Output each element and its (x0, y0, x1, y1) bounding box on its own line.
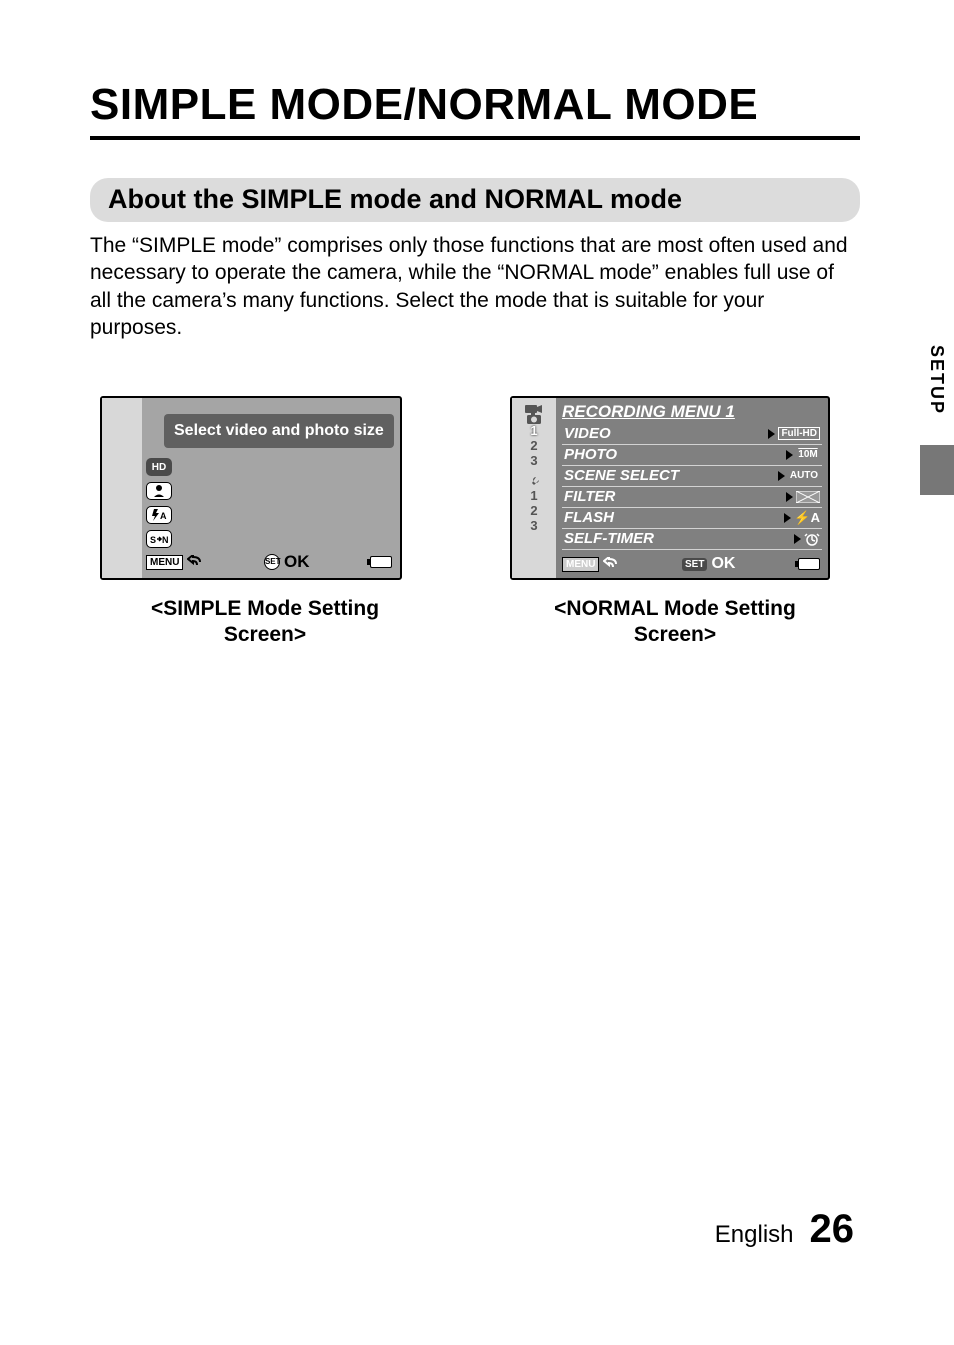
menu-box-icon: MENU (146, 555, 183, 570)
normal-left-tabs: 1 2 3 1 2 3 (512, 398, 556, 578)
footer-language: English (715, 1221, 794, 1249)
normal-screen: 1 2 3 1 2 3 RECORDING MENU 1 (510, 396, 830, 580)
menu-box-icon: MENU (562, 557, 599, 572)
menu-row-selftimer: SELF-TIMER (562, 529, 822, 550)
svg-text:N: N (162, 535, 169, 545)
row-label: SELF-TIMER (564, 530, 654, 547)
menu-return-label: MENU (146, 555, 203, 570)
caption-text: Screen> (634, 623, 716, 646)
normal-figure: 1 2 3 1 2 3 RECORDING MENU 1 (510, 396, 840, 649)
simple-tooltip: Select video and photo size (164, 414, 394, 448)
row-value: AUTO (778, 470, 820, 481)
body-paragraph: The “SIMPLE mode” comprises only those f… (90, 232, 860, 341)
simple-caption: <SIMPLE Mode Setting Screen> (100, 596, 430, 649)
set-icon: SET (264, 554, 280, 570)
tab-num: 3 (530, 454, 537, 469)
tab-num: 3 (530, 519, 537, 534)
normal-menu-title: RECORDING MENU 1 (562, 402, 735, 422)
simple-screen: Select video and photo size HD A SN (100, 396, 402, 580)
caption-text: <SIMPLE Mode Setting (151, 597, 379, 620)
page-title: SIMPLE MODE/NORMAL MODE (90, 80, 860, 130)
svg-text:S: S (150, 535, 156, 545)
side-tab-marker (920, 445, 954, 495)
tab-num: 2 (530, 504, 537, 519)
menu-row-photo: PHOTO 10M (562, 445, 822, 466)
tab-num: 1 (530, 489, 537, 504)
row-value: ⚡A (784, 510, 820, 526)
title-rule (90, 136, 860, 140)
camera-tab-group: 1 2 3 (525, 402, 543, 469)
page-content: SIMPLE MODE/NORMAL MODE About the SIMPLE… (90, 80, 860, 1270)
menu-row-video: VIDEO Full-HD (562, 424, 822, 445)
row-value (786, 491, 820, 503)
hd-icon: HD (146, 458, 172, 476)
row-label: PHOTO (564, 446, 617, 463)
simple-figure: Select video and photo size HD A SN (100, 396, 430, 649)
normal-menu-list: VIDEO Full-HD PHOTO 10M SCENE SELECT AUT… (562, 424, 822, 550)
svg-text:A: A (160, 511, 167, 521)
menu-row-flash: FLASH ⚡A (562, 508, 822, 529)
value-text: AUTO (788, 470, 820, 481)
row-label: SCENE SELECT (564, 467, 679, 484)
chevron-right-icon (786, 450, 793, 460)
chevron-right-icon (786, 492, 793, 502)
return-arrow-icon (187, 555, 203, 569)
chevron-right-icon (778, 471, 785, 481)
row-label: FLASH (564, 509, 614, 526)
value-text: ⚡A (794, 510, 820, 526)
chevron-right-icon (768, 429, 775, 439)
caption-text: <NORMAL Mode Setting (554, 597, 796, 620)
return-arrow-icon (603, 557, 619, 571)
normal-bottom-bar: MENU SET OK (562, 555, 820, 573)
ok-text: OK (284, 552, 310, 572)
flash-auto-icon: A (146, 506, 172, 524)
figures-row: Select video and photo size HD A SN (100, 396, 860, 649)
set-ok-label: SET OK (264, 552, 310, 572)
value-text: 10M (796, 449, 820, 460)
caption-text: Screen> (224, 623, 306, 646)
set-ok-label: SET OK (682, 555, 735, 573)
row-label: VIDEO (564, 425, 611, 442)
self-timer-icon (804, 532, 820, 546)
page-footer: English 26 (715, 1207, 854, 1252)
set-icon: SET (682, 558, 707, 571)
row-value (794, 532, 820, 546)
row-value: Full-HD (768, 427, 820, 440)
section-heading: About the SIMPLE mode and NORMAL mode (90, 178, 860, 222)
tab-num: 1 (530, 424, 537, 439)
chevron-right-icon (784, 513, 791, 523)
menu-return-label: MENU (562, 557, 619, 572)
row-value: 10M (786, 449, 820, 460)
ok-text: OK (711, 555, 735, 573)
normal-caption: <NORMAL Mode Setting Screen> (510, 596, 840, 649)
filter-off-icon (796, 491, 820, 503)
side-tab-label: SETUP (926, 345, 947, 415)
wrench-icon (527, 475, 541, 489)
menu-row-scene: SCENE SELECT AUTO (562, 466, 822, 487)
row-label: FILTER (564, 488, 615, 505)
simple-left-strip (102, 398, 142, 578)
side-tab: SETUP (920, 335, 954, 495)
chevron-right-icon (794, 534, 801, 544)
battery-icon (370, 556, 392, 568)
menu-row-filter: FILTER (562, 487, 822, 508)
tools-tab-group: 1 2 3 (527, 475, 541, 534)
value-badge: Full-HD (778, 427, 820, 440)
simple-bottom-bar: MENU SET OK (146, 552, 392, 572)
sn-mode-icon: SN (146, 530, 172, 548)
tab-num: 2 (530, 439, 537, 454)
face-icon (146, 482, 172, 500)
battery-icon (798, 558, 820, 570)
footer-page-number: 26 (810, 1207, 855, 1252)
simple-icon-column: HD A SN (146, 458, 172, 548)
